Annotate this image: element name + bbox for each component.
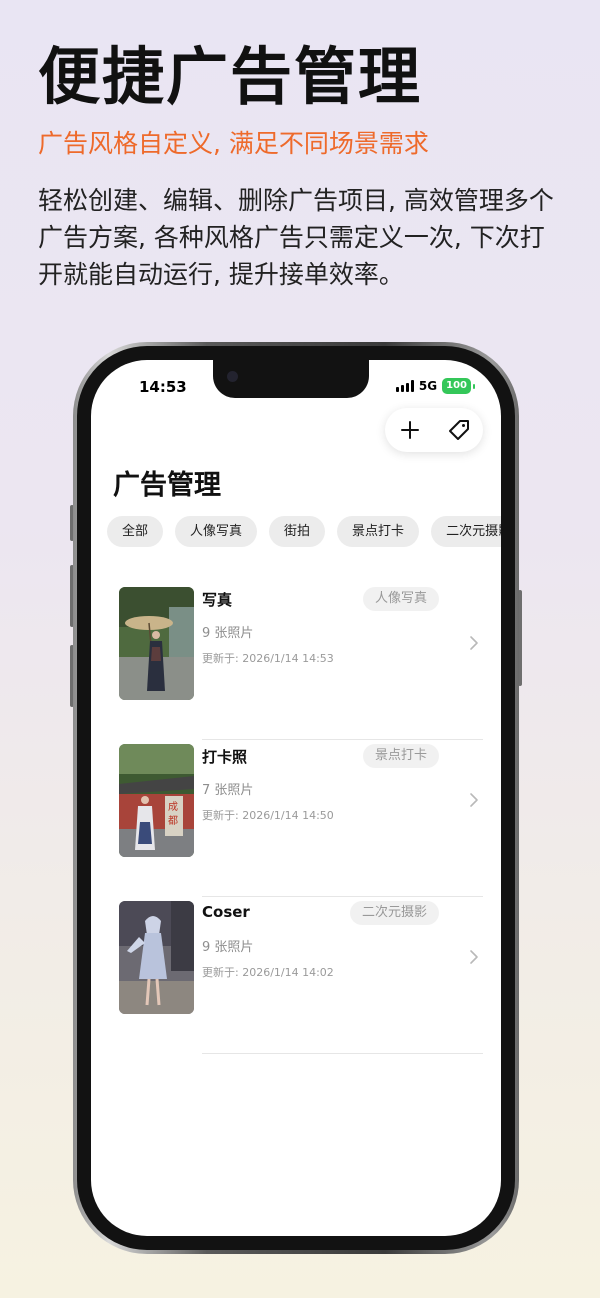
item-updated-time: 更新于: 2026/1/14 14:02 <box>202 966 334 979</box>
tag-button[interactable] <box>444 415 474 445</box>
ad-list: 写真 人像写真 9 张照片 更新于: 2026/1/14 14:53 成 都 打… <box>91 583 501 1054</box>
list-item[interactable]: 成 都 打卡照 景点打卡 7 张照片 更新于: 2026/1/14 14:50 <box>91 740 501 897</box>
list-item[interactable]: 写真 人像写真 9 张照片 更新于: 2026/1/14 14:53 <box>91 583 501 740</box>
item-thumbnail: 成 都 <box>119 744 194 857</box>
filter-chips: 全部 人像写真 街拍 景点打卡 二次元摄影 <box>107 516 501 547</box>
hero-title: 便捷广告管理 <box>38 40 423 113</box>
item-title: 写真 <box>202 591 233 609</box>
add-button[interactable] <box>395 415 425 445</box>
plus-icon <box>400 421 419 439</box>
tag-icon <box>448 420 469 440</box>
filter-chip-all[interactable]: 全部 <box>107 516 164 547</box>
item-thumbnail <box>119 587 194 700</box>
front-camera <box>227 371 238 382</box>
item-category-badge: 景点打卡 <box>362 744 439 768</box>
item-photo-count: 9 张照片 <box>202 940 254 955</box>
toolbar-actions <box>385 408 483 452</box>
filter-chip-anime[interactable]: 二次元摄影 <box>431 516 501 547</box>
item-category-badge: 二次元摄影 <box>349 901 439 925</box>
battery-tip <box>473 383 475 389</box>
chevron-right-icon <box>470 793 478 807</box>
battery-icon: 100 <box>442 378 471 394</box>
chevron-right-icon <box>470 636 478 650</box>
hero-subtitle: 广告风格自定义, 满足不同场景需求 <box>38 129 429 158</box>
item-photo-count: 9 张照片 <box>202 626 254 641</box>
status-indicators: 5G 100 <box>395 378 475 394</box>
chevron-right-icon <box>470 950 478 964</box>
item-photo-count: 7 张照片 <box>202 783 254 798</box>
item-thumbnail <box>119 901 194 1014</box>
item-updated-time: 更新于: 2026/1/14 14:53 <box>202 652 334 665</box>
notch <box>213 360 369 398</box>
network-type: 5G <box>418 379 438 393</box>
svg-text:成: 成 <box>168 801 178 813</box>
filter-chip-street[interactable]: 街拍 <box>269 516 326 547</box>
signal-icon <box>395 380 414 392</box>
list-item[interactable]: Coser 二次元摄影 9 张照片 更新于: 2026/1/14 14:02 <box>91 897 501 1054</box>
filter-chip-landmark[interactable]: 景点打卡 <box>337 516 420 547</box>
divider <box>202 1053 483 1054</box>
item-title: Coser <box>202 903 250 921</box>
phone-frame: 14:53 5G 100 广告管理 全部 人像写真 街拍 景点打卡 二次元摄 写… <box>73 342 519 1254</box>
item-category-badge: 人像写真 <box>362 587 439 611</box>
item-updated-time: 更新于: 2026/1/14 14:50 <box>202 809 334 822</box>
svg-text:都: 都 <box>168 815 178 827</box>
filter-chip-portrait[interactable]: 人像写真 <box>175 516 258 547</box>
page-title: 广告管理 <box>113 470 221 501</box>
hero-description: 轻松创建、编辑、删除广告项目, 高效管理多个广告方案, 各种风格广告只需定义一次… <box>38 186 554 289</box>
status-time: 14:53 <box>139 378 187 396</box>
app-screen: 14:53 5G 100 广告管理 全部 人像写真 街拍 景点打卡 二次元摄 写… <box>91 360 501 1236</box>
item-title: 打卡照 <box>202 748 248 766</box>
